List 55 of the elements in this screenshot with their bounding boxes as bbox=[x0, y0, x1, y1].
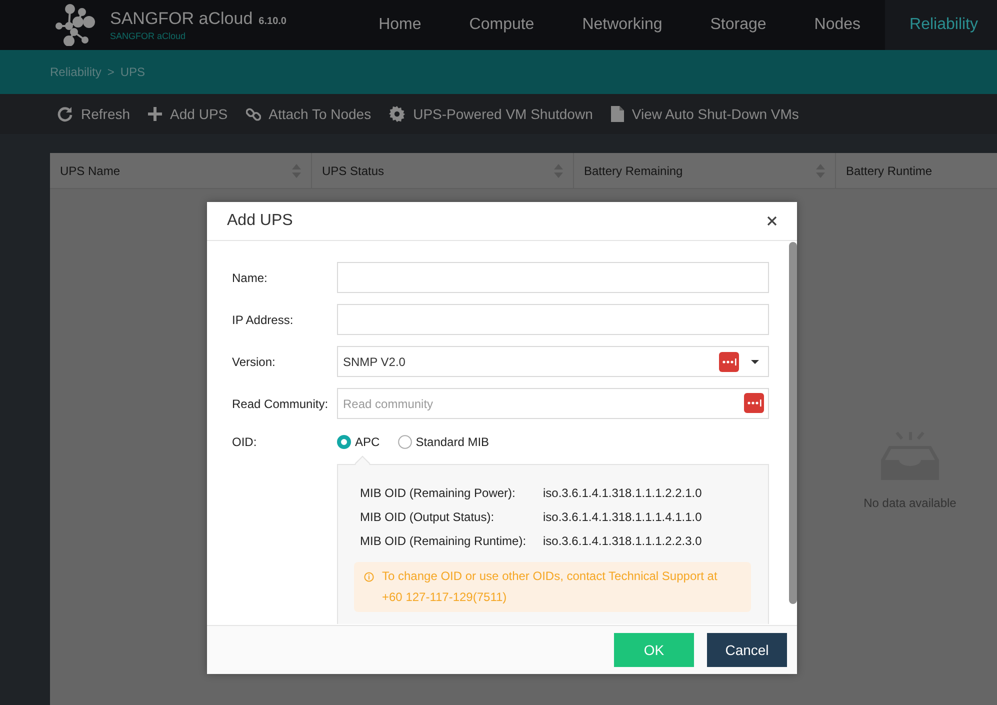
cancel-button[interactable]: Cancel bbox=[707, 633, 787, 667]
close-button[interactable] bbox=[767, 216, 777, 226]
nav-tab[interactable]: Compute bbox=[445, 0, 558, 50]
oid-value: iso.3.6.1.4.1.318.1.1.1.2.2.3.0 bbox=[543, 534, 702, 548]
refresh-icon bbox=[57, 106, 73, 122]
nav-tab[interactable]: Home bbox=[354, 0, 446, 50]
version-label: 6.10.0 bbox=[258, 16, 286, 27]
info-icon bbox=[364, 572, 374, 582]
nav-tab[interactable]: Networking bbox=[558, 0, 686, 50]
toolbar-button[interactable]: Attach To Nodes bbox=[238, 106, 378, 122]
field-label: Read Community: bbox=[232, 396, 330, 410]
document-icon bbox=[610, 106, 624, 122]
field-label: IP Address: bbox=[232, 312, 294, 326]
field-label: Version: bbox=[232, 354, 276, 368]
plus-icon bbox=[148, 107, 162, 121]
column-header[interactable]: UPS Name bbox=[50, 153, 312, 188]
breadcrumb-separator: > bbox=[107, 65, 114, 79]
brand-subtitle: SANGFOR aCloud bbox=[110, 31, 187, 41]
toolbar-button[interactable]: View Auto Shut-Down VMs bbox=[604, 106, 806, 122]
brand-name: SANGFOR aCloud bbox=[110, 9, 253, 29]
password-field[interactable]: Read community bbox=[337, 388, 769, 419]
text-field[interactable] bbox=[337, 304, 769, 335]
oid-value: iso.3.6.1.4.1.318.1.1.1.4.1.1.0 bbox=[543, 510, 702, 524]
column-title: Battery Remaining bbox=[584, 164, 683, 178]
toolbar-button[interactable]: UPS-Powered VM Shutdown bbox=[382, 106, 600, 122]
field-label: OID: bbox=[232, 434, 258, 449]
nav-tab[interactable]: Reliability bbox=[884, 0, 997, 50]
nav-tab[interactable]: Nodes bbox=[790, 0, 885, 50]
column-header[interactable]: UPS Status bbox=[312, 153, 574, 188]
oid-value: iso.3.6.1.4.1.318.1.1.1.2.2.1.0 bbox=[543, 486, 702, 500]
dialog-title: Add UPS bbox=[227, 212, 293, 230]
radio-option[interactable]: APC bbox=[337, 435, 380, 449]
notice-text: To change OID or use other OIDs, contact Technical Support at +60 127-117-129(7511) bbox=[382, 568, 718, 606]
scrollbar[interactable] bbox=[789, 242, 797, 604]
nav-tab[interactable]: Storage bbox=[686, 0, 790, 50]
link-icon bbox=[246, 106, 261, 122]
column-header[interactable]: Battery Remaining bbox=[574, 153, 836, 188]
close-icon bbox=[767, 216, 777, 226]
oid-name: MIB OID (Remaining Runtime): bbox=[360, 534, 528, 548]
toolbar-button[interactable]: Add UPS bbox=[141, 106, 235, 122]
column-title: UPS Status bbox=[322, 164, 384, 178]
password-manager-icon[interactable] bbox=[719, 352, 739, 372]
gear-icon bbox=[389, 106, 406, 122]
text-field[interactable] bbox=[337, 262, 769, 293]
breadcrumb-current: UPS bbox=[120, 65, 146, 79]
toolbar-button[interactable]: Refresh bbox=[50, 106, 138, 122]
field-label: Name: bbox=[232, 270, 268, 284]
column-title: UPS Name bbox=[60, 164, 120, 178]
oid-name: MIB OID (Remaining Power): bbox=[360, 486, 516, 500]
oid-name: MIB OID (Output Status): bbox=[360, 510, 496, 524]
radio-option[interactable]: Standard MIB bbox=[398, 435, 490, 449]
password-manager-icon[interactable] bbox=[744, 393, 764, 413]
column-header[interactable]: Battery Runtime bbox=[836, 153, 997, 188]
select-field[interactable]: SNMP V2.0 bbox=[337, 346, 769, 377]
column-title: Battery Runtime bbox=[846, 164, 932, 178]
